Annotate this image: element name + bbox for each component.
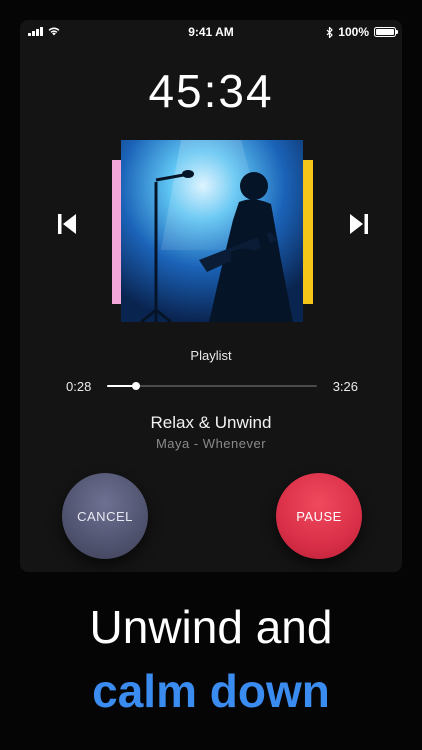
track-subtitle: Maya - Whenever <box>155 436 267 451</box>
concert-guitarist-photo <box>121 140 303 322</box>
status-bar: 9:41 AM 100% <box>20 20 402 44</box>
headline-line-2: calm down <box>92 665 330 717</box>
player-card: 9:41 AM 100% 45:34 Playlist 0:28 3:26 Re… <box>20 20 402 572</box>
sleep-timer: 45:34 <box>148 65 274 117</box>
skip-back-icon <box>58 214 76 234</box>
total-time: 3:26 <box>332 379 358 394</box>
battery-percent: 100% <box>338 25 369 39</box>
skip-forward-icon <box>350 214 368 234</box>
art-stripe-yellow <box>302 160 313 304</box>
album-art <box>121 140 303 322</box>
playlist-label[interactable]: Playlist <box>20 348 402 363</box>
progress-slider[interactable] <box>107 382 317 390</box>
pause-button[interactable]: PAUSE <box>276 473 362 559</box>
track-title: Relax & Unwind <box>150 413 272 432</box>
cancel-button[interactable]: CANCEL <box>62 473 148 559</box>
progress-knob[interactable] <box>131 382 140 390</box>
headline-line-1: Unwind and <box>89 601 333 653</box>
previous-track-button[interactable] <box>56 212 78 236</box>
next-track-button[interactable] <box>348 212 370 236</box>
bluetooth-icon <box>326 26 334 38</box>
elapsed-time: 0:28 <box>66 379 92 394</box>
status-right: 100% <box>326 25 398 39</box>
battery-icon <box>374 27 398 37</box>
